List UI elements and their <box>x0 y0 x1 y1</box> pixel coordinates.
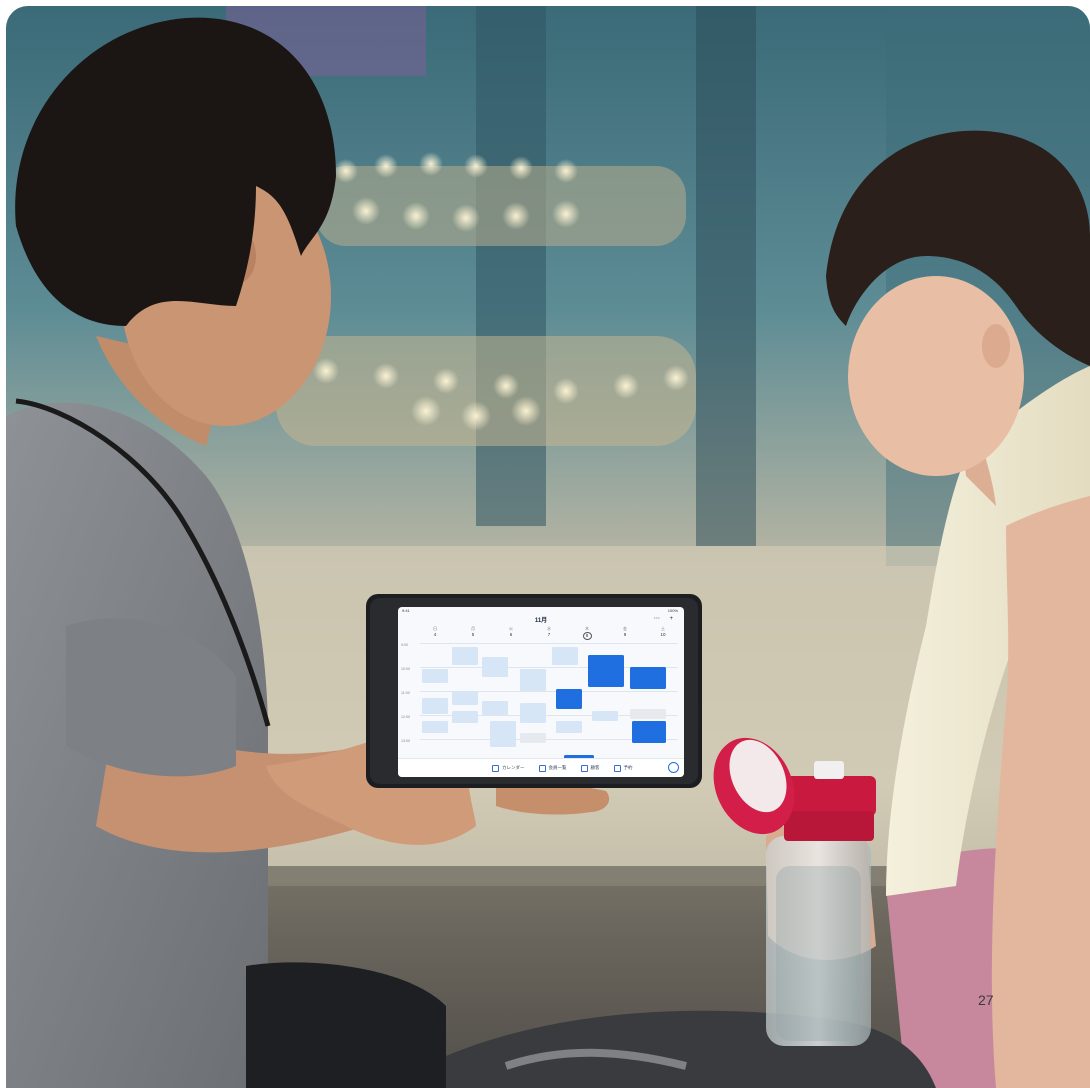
weekday-date: 4 <box>433 632 437 637</box>
status-battery: 100% <box>667 608 678 613</box>
calendar-event[interactable] <box>588 655 624 687</box>
calendar-event[interactable] <box>632 721 666 743</box>
tab-members[interactable]: 会員一覧 <box>538 764 567 772</box>
weekday-name: 木 <box>585 626 589 631</box>
calendar-event[interactable] <box>630 667 666 689</box>
tab-label: 予約 <box>623 765 633 770</box>
calendar-event[interactable] <box>452 691 478 705</box>
time-label: 9:00 <box>401 643 408 647</box>
list-icon <box>538 764 546 772</box>
calendar-event[interactable] <box>490 721 516 747</box>
calendar-event[interactable] <box>520 703 546 723</box>
weekday-name: 水 <box>547 626 551 631</box>
tablet-screen: 9:41 100% 11月 ⋯ + 日4 月5 火6 水7 木8 金9 土 10 … <box>398 607 684 777</box>
calendar-event[interactable] <box>422 669 448 683</box>
tab-customers[interactable]: 顧客 <box>580 764 600 772</box>
tab-label: カレンダー <box>502 765 525 770</box>
tab-bar: カレンダー 会員一覧 顧客 予約 <box>398 758 684 777</box>
weekday-name: 土 <box>661 626 665 631</box>
clock-icon[interactable] <box>668 762 679 773</box>
photo-scene <box>6 6 1090 1088</box>
weekday-date: 10 <box>660 632 666 637</box>
calendar-icon <box>492 764 499 772</box>
weekday[interactable]: 月5 <box>458 626 488 640</box>
weekday-name: 火 <box>509 626 513 631</box>
weekday[interactable]: 土 10 <box>648 626 678 640</box>
weekday-name: 月 <box>471 626 475 631</box>
calendar-event[interactable] <box>482 657 508 677</box>
calendar-event[interactable] <box>552 647 578 665</box>
tab-label: 顧客 <box>590 765 600 770</box>
weekday-date: 6 <box>509 632 513 637</box>
tab-label: 会員一覧 <box>548 765 567 770</box>
month-title[interactable]: 11月 <box>398 615 684 624</box>
calendar-event[interactable] <box>592 711 618 721</box>
time-label: 10:00 <box>401 667 410 671</box>
status-time: 9:41 <box>402 608 410 613</box>
header-icons[interactable]: ⋯ + <box>654 615 677 622</box>
time-label: 12:00 <box>401 715 410 719</box>
time-label: 13:00 <box>401 739 410 743</box>
calendar-event[interactable] <box>452 711 478 723</box>
status-bar: 9:41 100% <box>402 608 678 615</box>
weekday-date: 8 <box>582 632 592 640</box>
hour-line <box>420 643 678 644</box>
calendar-grid <box>420 643 678 763</box>
weekday[interactable]: 金9 <box>610 626 640 640</box>
calendar-event[interactable] <box>422 721 448 733</box>
calendar-event[interactable] <box>520 669 546 691</box>
page-number: 27 <box>978 992 994 1008</box>
gym-photo: 9:41 100% 11月 ⋯ + 日4 月5 火6 水7 木8 金9 土 10 … <box>6 6 1090 1088</box>
time-label: 11:00 <box>401 691 410 695</box>
tab-calendar[interactable]: カレンダー <box>492 764 525 772</box>
weekday[interactable]: 火6 <box>496 626 526 640</box>
calendar-event[interactable] <box>556 689 582 709</box>
weekday[interactable]: 日4 <box>420 626 450 640</box>
calendar-event[interactable] <box>520 733 546 743</box>
weekday[interactable]: 水7 <box>534 626 564 640</box>
booking-icon <box>613 764 621 772</box>
tab-bookings[interactable]: 予約 <box>613 764 633 772</box>
weekday-date: 7 <box>547 632 551 637</box>
weekday-date: 5 <box>471 632 475 637</box>
weekday-row: 日4 月5 火6 水7 木8 金9 土 10 <box>420 626 678 640</box>
weekday-name: 日 <box>433 626 437 631</box>
people-icon <box>580 764 588 772</box>
calendar-event[interactable] <box>422 698 448 714</box>
calendar-event[interactable] <box>452 647 478 665</box>
calendar-event[interactable] <box>556 721 582 733</box>
calendar-event[interactable] <box>630 709 666 719</box>
weekday-today[interactable]: 木8 <box>572 626 602 640</box>
calendar-event[interactable] <box>482 701 508 715</box>
weekday-date: 9 <box>623 632 627 637</box>
weekday-name: 金 <box>623 626 627 631</box>
